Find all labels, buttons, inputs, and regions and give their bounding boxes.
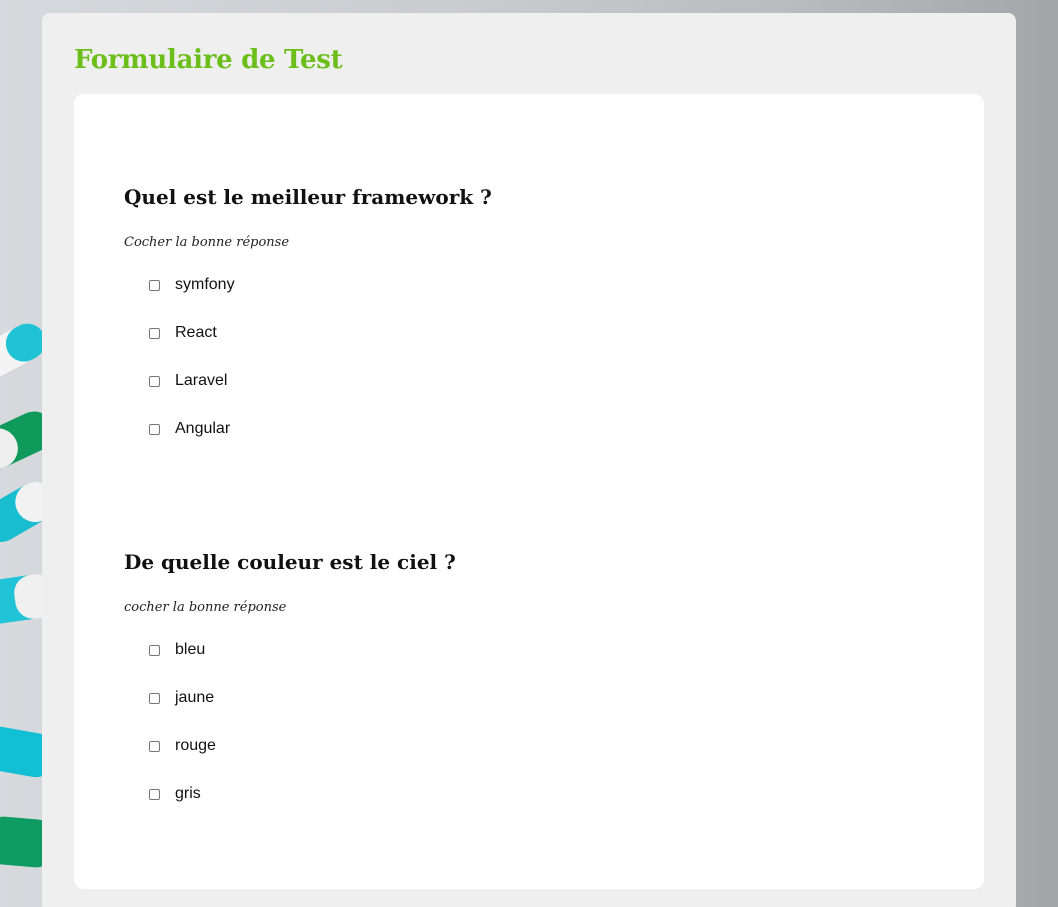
option-label[interactable]: Laravel	[175, 372, 227, 390]
option-laravel[interactable]: Laravel	[149, 371, 227, 391]
option-symfony[interactable]: symfony	[149, 275, 235, 295]
option-bleu[interactable]: bleu	[149, 640, 205, 660]
option-react[interactable]: React	[149, 323, 217, 343]
question-block: De quelle couleur est le ciel ? cocher l…	[124, 548, 924, 802]
option-angular[interactable]: Angular	[149, 419, 230, 439]
option-label[interactable]: bleu	[175, 641, 205, 659]
question-block: Quel est le meilleur framework ? Cocher …	[124, 183, 924, 437]
checkbox[interactable]	[149, 788, 160, 800]
form-card: Formulaire de Test Quel est le meilleur …	[42, 13, 1016, 907]
checkbox[interactable]	[149, 279, 160, 291]
question-title: De quelle couleur est le ciel ?	[124, 550, 456, 574]
option-gris[interactable]: gris	[149, 784, 201, 804]
checkbox[interactable]	[149, 375, 160, 387]
checkbox[interactable]	[149, 327, 160, 339]
checkbox[interactable]	[149, 740, 160, 752]
option-rouge[interactable]: rouge	[149, 736, 216, 756]
option-label[interactable]: jaune	[175, 689, 214, 707]
option-label[interactable]: React	[175, 324, 217, 342]
option-label[interactable]: gris	[175, 785, 201, 803]
form-title: Formulaire de Test	[74, 45, 343, 75]
checkbox[interactable]	[149, 644, 160, 656]
question-hint: Cocher la bonne réponse	[124, 235, 290, 250]
option-label[interactable]: Angular	[175, 420, 230, 438]
question-hint: cocher la bonne réponse	[124, 600, 287, 615]
option-label[interactable]: symfony	[175, 276, 235, 294]
checkbox[interactable]	[149, 423, 160, 435]
option-jaune[interactable]: jaune	[149, 688, 214, 708]
checkbox[interactable]	[149, 692, 160, 704]
option-label[interactable]: rouge	[175, 737, 216, 755]
questions-panel: Quel est le meilleur framework ? Cocher …	[74, 94, 984, 889]
question-title: Quel est le meilleur framework ?	[124, 185, 492, 209]
